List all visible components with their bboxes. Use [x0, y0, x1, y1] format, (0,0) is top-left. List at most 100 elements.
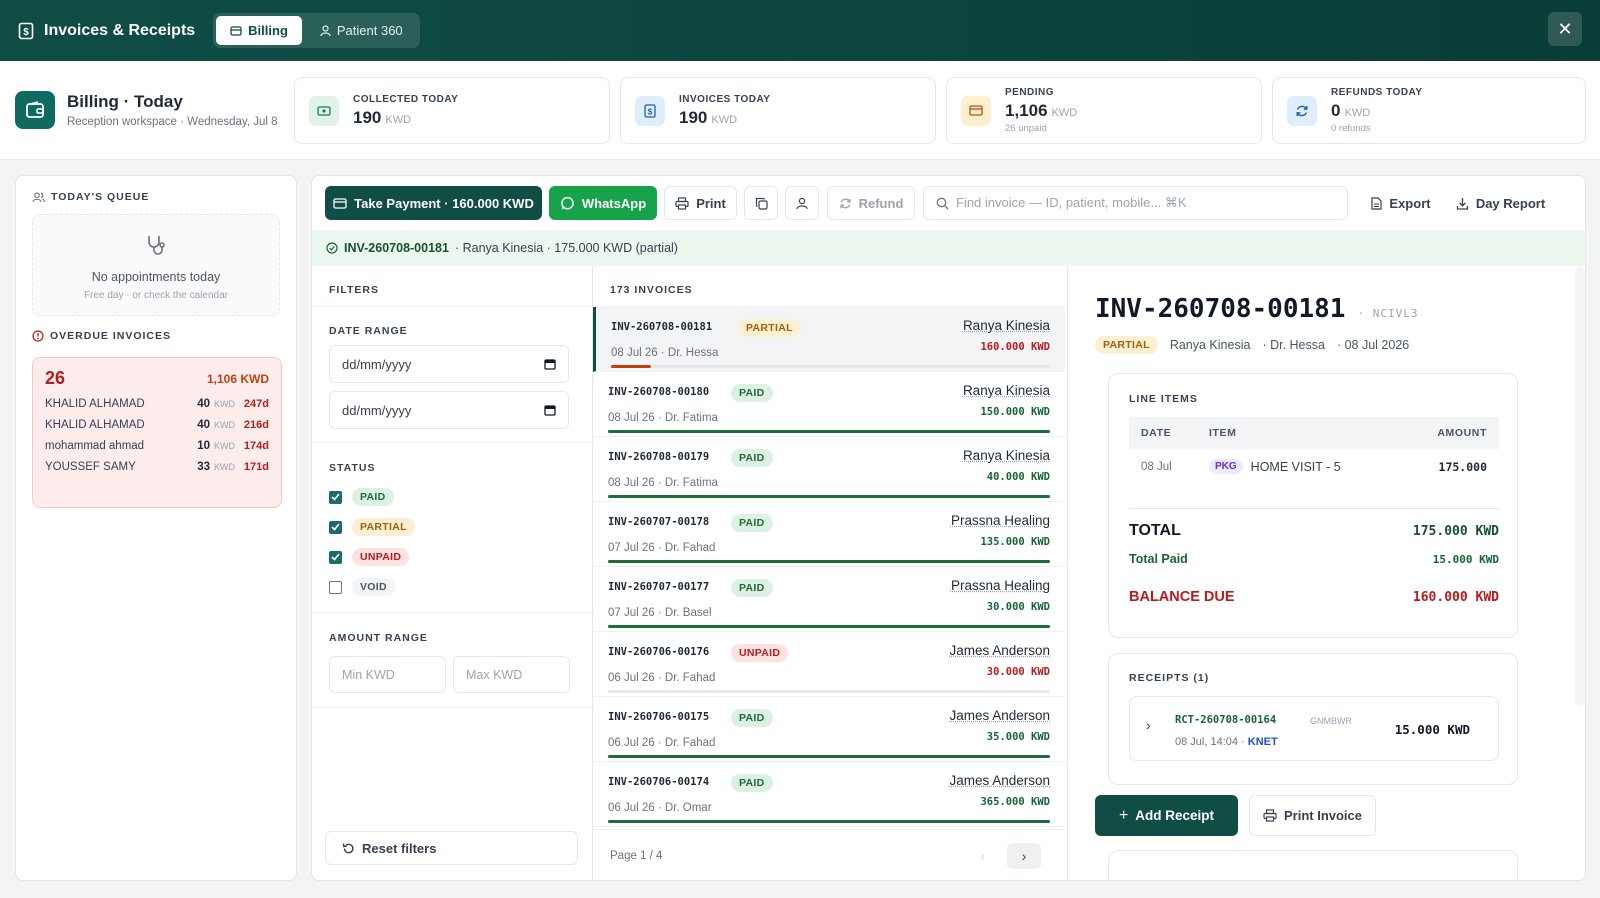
invoice-patient[interactable]: Ranya Kinesia [963, 318, 1050, 333]
receipts-card: RECEIPTS (1) › RCT-260708-00164 GNMBWR 0… [1108, 653, 1518, 785]
stat-note: 0 refunds [1331, 123, 1371, 134]
print-button[interactable]: Print [664, 186, 737, 220]
add-receipt-button[interactable]: + Add Receipt [1095, 795, 1238, 836]
divider [593, 829, 1065, 830]
invoice-row[interactable]: INV-260706-00176 UNPAID 06 Jul 26 · Dr. … [593, 632, 1065, 697]
status-filter-partial[interactable]: PARTIAL [329, 518, 415, 536]
checkbox[interactable] [329, 550, 342, 564]
invoice-patient[interactable]: Prassna Healing [951, 513, 1050, 528]
receipt-icon: $ [18, 22, 34, 40]
stat-value: 190 [353, 107, 382, 127]
detail-patient[interactable]: Ranya Kinesia [1170, 338, 1251, 352]
date-placeholder: dd/mm/yyyy [342, 356, 412, 372]
receipt-amount: 15.000 KWD [1394, 722, 1470, 737]
overdue-card[interactable]: 26 1,106 KWD KHALID ALHAMAD 40 KWD 247d KHA… [32, 357, 282, 508]
left-sidebar: TODAY'S QUEUE No appointments today Free… [15, 175, 297, 881]
invoice-patient[interactable]: James Anderson [949, 643, 1050, 658]
status-pill: PARTIAL [738, 319, 801, 337]
invoice-count: 173 INVOICES [610, 284, 693, 296]
print-invoice-button[interactable]: Print Invoice [1249, 795, 1376, 836]
receipt-item[interactable]: › RCT-260708-00164 GNMBWR 08 Jul, 14:04 … [1129, 696, 1499, 761]
invoice-row[interactable]: INV-260706-00174 PAID 06 Jul 26 · Dr. Om… [593, 762, 1065, 827]
date-to-input[interactable]: dd/mm/yyyy [329, 391, 569, 429]
invoice-amount: 135.000 KWD [980, 536, 1050, 548]
next-page-button[interactable]: › [1007, 843, 1041, 869]
invoice-patient[interactable]: Ranya Kinesia [963, 448, 1050, 463]
overdue-row[interactable]: YOUSSEF SAMY 33 KWD 171d [45, 461, 269, 473]
invoice-patient[interactable]: James Anderson [949, 773, 1050, 788]
invoice-search-input[interactable]: Find invoice — ID, patient, mobile... ⌘K [923, 186, 1348, 220]
checkbox[interactable] [329, 490, 342, 504]
invoice-row[interactable]: INV-260707-00177 PAID 07 Jul 26 · Dr. Ba… [593, 567, 1065, 632]
invoice-id: INV-260708-00181 [611, 321, 713, 333]
invoice-patient[interactable]: James Anderson [949, 708, 1050, 723]
chevron-right-icon[interactable]: › [1146, 717, 1151, 733]
max-amount-input[interactable]: Max KWD [453, 656, 570, 693]
overdue-row[interactable]: mohammad ahmad 10 KWD 174d [45, 440, 269, 452]
card-icon [333, 197, 347, 209]
invoice-row-selected[interactable]: INV-260708-00181 PARTIAL 08 Jul 26 · Dr.… [593, 307, 1065, 372]
status-pill: PAID [731, 709, 773, 727]
divider [312, 612, 593, 613]
overdue-row[interactable]: KHALID ALHAMAD 40 KWD 216d [45, 419, 269, 431]
refund-button[interactable]: Refund [827, 186, 915, 220]
status-pill: PAID [731, 579, 773, 597]
checkbox[interactable] [329, 580, 342, 594]
prev-page-button[interactable]: ‹ [967, 843, 999, 869]
reset-filters-button[interactable]: Reset filters [325, 831, 578, 865]
status-filter-void[interactable]: VOID [329, 578, 395, 596]
stat-value: 1,106 [1005, 101, 1048, 120]
min-amount-input[interactable]: Min KWD [329, 656, 446, 693]
chevron-left-icon: ‹ [980, 848, 986, 864]
status-pill: PAID [731, 384, 773, 402]
printer-icon [1263, 809, 1277, 822]
payment-progress-fill [608, 755, 1050, 758]
invoice-row[interactable]: INV-260707-00178 PAID 07 Jul 26 · Dr. Fa… [593, 502, 1065, 567]
tab-billing[interactable]: Billing [216, 16, 302, 45]
search-icon [936, 197, 949, 210]
status-filter-paid[interactable]: PAID [329, 488, 394, 506]
stat-unit: KWD [385, 113, 412, 126]
date-placeholder: dd/mm/yyyy [342, 402, 412, 418]
payment-progress-fill [608, 495, 1050, 498]
package-tag: PKG [1209, 459, 1243, 474]
payment-progress [608, 820, 1050, 823]
date-from-input[interactable]: dd/mm/yyyy [329, 345, 569, 383]
reset-icon [342, 842, 355, 855]
col-item: ITEM [1209, 427, 1237, 439]
paid-label: Total Paid [1129, 552, 1188, 566]
status-filter-unpaid[interactable]: UNPAID [329, 548, 410, 566]
invoice-patient[interactable]: Prassna Healing [951, 578, 1050, 593]
day-report-button[interactable]: Day Report [1449, 186, 1552, 220]
take-payment-button[interactable]: Take Payment · 160.000 KWD [325, 186, 542, 220]
status-pill: UNPAID [352, 548, 410, 566]
user-icon [320, 24, 331, 37]
invoice-row[interactable]: INV-260708-00179 PAID 08 Jul 26 · Dr. Fa… [593, 437, 1065, 502]
checkbox[interactable] [329, 520, 342, 534]
stat-invoices-today: $ INVOICES TODAY 190 KWD [620, 77, 936, 144]
stethoscope-icon [33, 233, 279, 262]
whatsapp-button[interactable]: WhatsApp [549, 186, 657, 220]
stat-label: COLLECTED TODAY [353, 93, 459, 105]
paid-row: Total Paid 15.000 KWD [1129, 552, 1499, 566]
card-icon [230, 25, 242, 36]
file-icon [1371, 196, 1383, 210]
day-report-label: Day Report [1475, 195, 1546, 211]
total-value: 175.000 KWD [1412, 523, 1499, 539]
invoice-patient[interactable]: Ranya Kinesia [963, 383, 1050, 398]
tab-patient-360[interactable]: Patient 360 [306, 16, 417, 45]
patient-button[interactable] [785, 186, 819, 220]
status-pill: PARTIAL [352, 518, 415, 536]
overdue-unit: KWD [214, 462, 235, 472]
overdue-row[interactable]: KHALID ALHAMAD 40 KWD 247d [45, 398, 269, 410]
export-button[interactable]: Export [1361, 186, 1441, 220]
invoice-row[interactable]: INV-260708-00180 PAID 08 Jul 26 · Dr. Fa… [593, 372, 1065, 437]
tab-label: Patient 360 [336, 23, 403, 38]
invoice-row[interactable]: INV-260706-00175 PAID 06 Jul 26 · Dr. Fa… [593, 697, 1065, 762]
duplicate-button[interactable] [744, 186, 778, 220]
overdue-days: 171d [243, 461, 269, 473]
download-icon [1456, 197, 1469, 210]
scrollbar[interactable] [1575, 266, 1585, 706]
page-subtitle: Reception workspace · Wednesday, Jul 8 [67, 116, 278, 128]
close-button[interactable]: ✕ [1548, 12, 1582, 46]
